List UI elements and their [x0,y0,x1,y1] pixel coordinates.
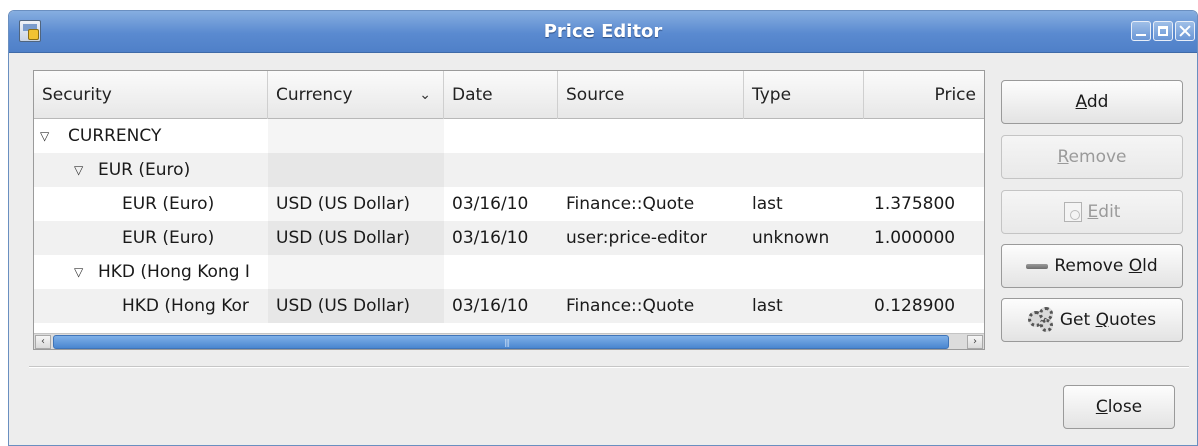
remove-old-button-label: Remove Old [1054,256,1158,276]
edit-button[interactable]: Edit [1001,190,1183,234]
currency-cell [268,153,444,187]
price-cell: 0.128900 [874,296,956,316]
remove-minus-icon [1026,263,1049,269]
security-cell: EUR (Euro) [122,228,215,248]
date-cell: 03/16/10 [452,228,529,248]
source-cell: Finance::Quote [566,296,695,316]
column-header-currency[interactable]: Currency ⌄ [268,71,444,119]
grip-icon: ||| [504,338,510,347]
source-cell: user:price-editor [566,228,707,248]
add-button[interactable]: Add [1001,80,1183,124]
maximize-icon[interactable] [1153,21,1173,41]
type-cell: unknown [752,228,830,248]
sort-chevron-down-icon: ⌄ [419,87,431,103]
price-tree[interactable]: Security Currency ⌄ Date Source Type Pric… [33,70,985,350]
currency-cell [268,255,444,289]
title-bar[interactable]: Price Editor [9,11,1197,53]
remove-old-button[interactable]: Remove Old [1001,244,1183,288]
security-cell: HKD (Hong Kor [122,296,249,316]
scroll-left-arrow-icon[interactable]: ‹ [35,335,51,349]
table-header: Security Currency ⌄ Date Source Type Pric… [34,71,984,119]
currency-cell: USD (US Dollar) [268,187,444,221]
close-button[interactable]: Close [1063,385,1175,429]
get-quotes-button-label: Get Quotes [1059,310,1157,330]
column-header-label: Price [934,85,976,105]
security-cell: EUR (Euro) [122,194,215,214]
date-cell: 03/16/10 [452,194,529,214]
expander-down-icon[interactable]: ▽ [74,153,83,187]
get-quotes-button[interactable]: Get Quotes [1001,298,1183,342]
column-header-label: Currency [276,85,353,105]
close-button-label: Close [1095,397,1143,417]
table-row[interactable]: EUR (Euro) USD (US Dollar) 03/16/10 Fina… [34,187,984,221]
remove-button-label: Remove [1057,147,1127,167]
remove-button[interactable]: Remove [1001,135,1183,179]
expander-down-icon[interactable]: ▽ [40,119,49,153]
scroll-right-arrow-icon[interactable]: › [967,335,983,349]
type-cell: last [752,296,783,316]
column-header-label: Type [752,85,792,105]
table-row[interactable]: ▽ HKD (Hong Kong I [34,255,984,289]
date-cell: 03/16/10 [452,296,529,316]
column-header-date[interactable]: Date [444,71,558,119]
table-row[interactable]: HKD (Hong Kor USD (US Dollar) 03/16/10 F… [34,289,984,323]
table-row[interactable]: ▽ EUR (Euro) [34,153,984,187]
column-header-label: Source [566,85,625,105]
gears-icon [1027,307,1054,333]
expander-down-icon[interactable]: ▽ [74,255,83,289]
price-cell: 1.375800 [874,194,956,214]
minimize-icon[interactable] [1131,21,1151,41]
column-header-price[interactable]: Price [864,71,984,119]
scrollbar-thumb[interactable]: ||| [53,335,949,349]
edit-icon [1063,202,1082,222]
currency-cell: USD (US Dollar) [268,289,444,323]
add-button-label: Add [1075,92,1109,112]
currency-cell [268,119,444,153]
price-editor-window: Price Editor Security Currency ⌄ Date Sou… [8,10,1198,446]
security-cell: CURRENCY [68,126,162,146]
table-row[interactable]: EUR (Euro) USD (US Dollar) 03/16/10 user… [34,221,984,255]
source-cell: Finance::Quote [566,194,695,214]
column-header-label: Date [452,85,493,105]
table-row[interactable]: ▽ CURRENCY [34,119,984,153]
currency-cell: USD (US Dollar) [268,221,444,255]
security-cell: HKD (Hong Kong I [98,262,250,282]
column-header-label: Security [42,85,112,105]
horizontal-scrollbar[interactable]: ‹ ||| › [34,333,984,349]
price-cell: 1.000000 [874,228,956,248]
column-header-security[interactable]: Security [34,71,268,119]
security-cell: EUR (Euro) [98,160,191,180]
column-header-source[interactable]: Source [558,71,744,119]
separator [29,366,1189,368]
type-cell: last [752,194,783,214]
close-window-icon[interactable] [1175,21,1195,41]
column-header-type[interactable]: Type [744,71,864,119]
window-title: Price Editor [543,21,663,42]
edit-button-label: Edit [1087,202,1121,222]
